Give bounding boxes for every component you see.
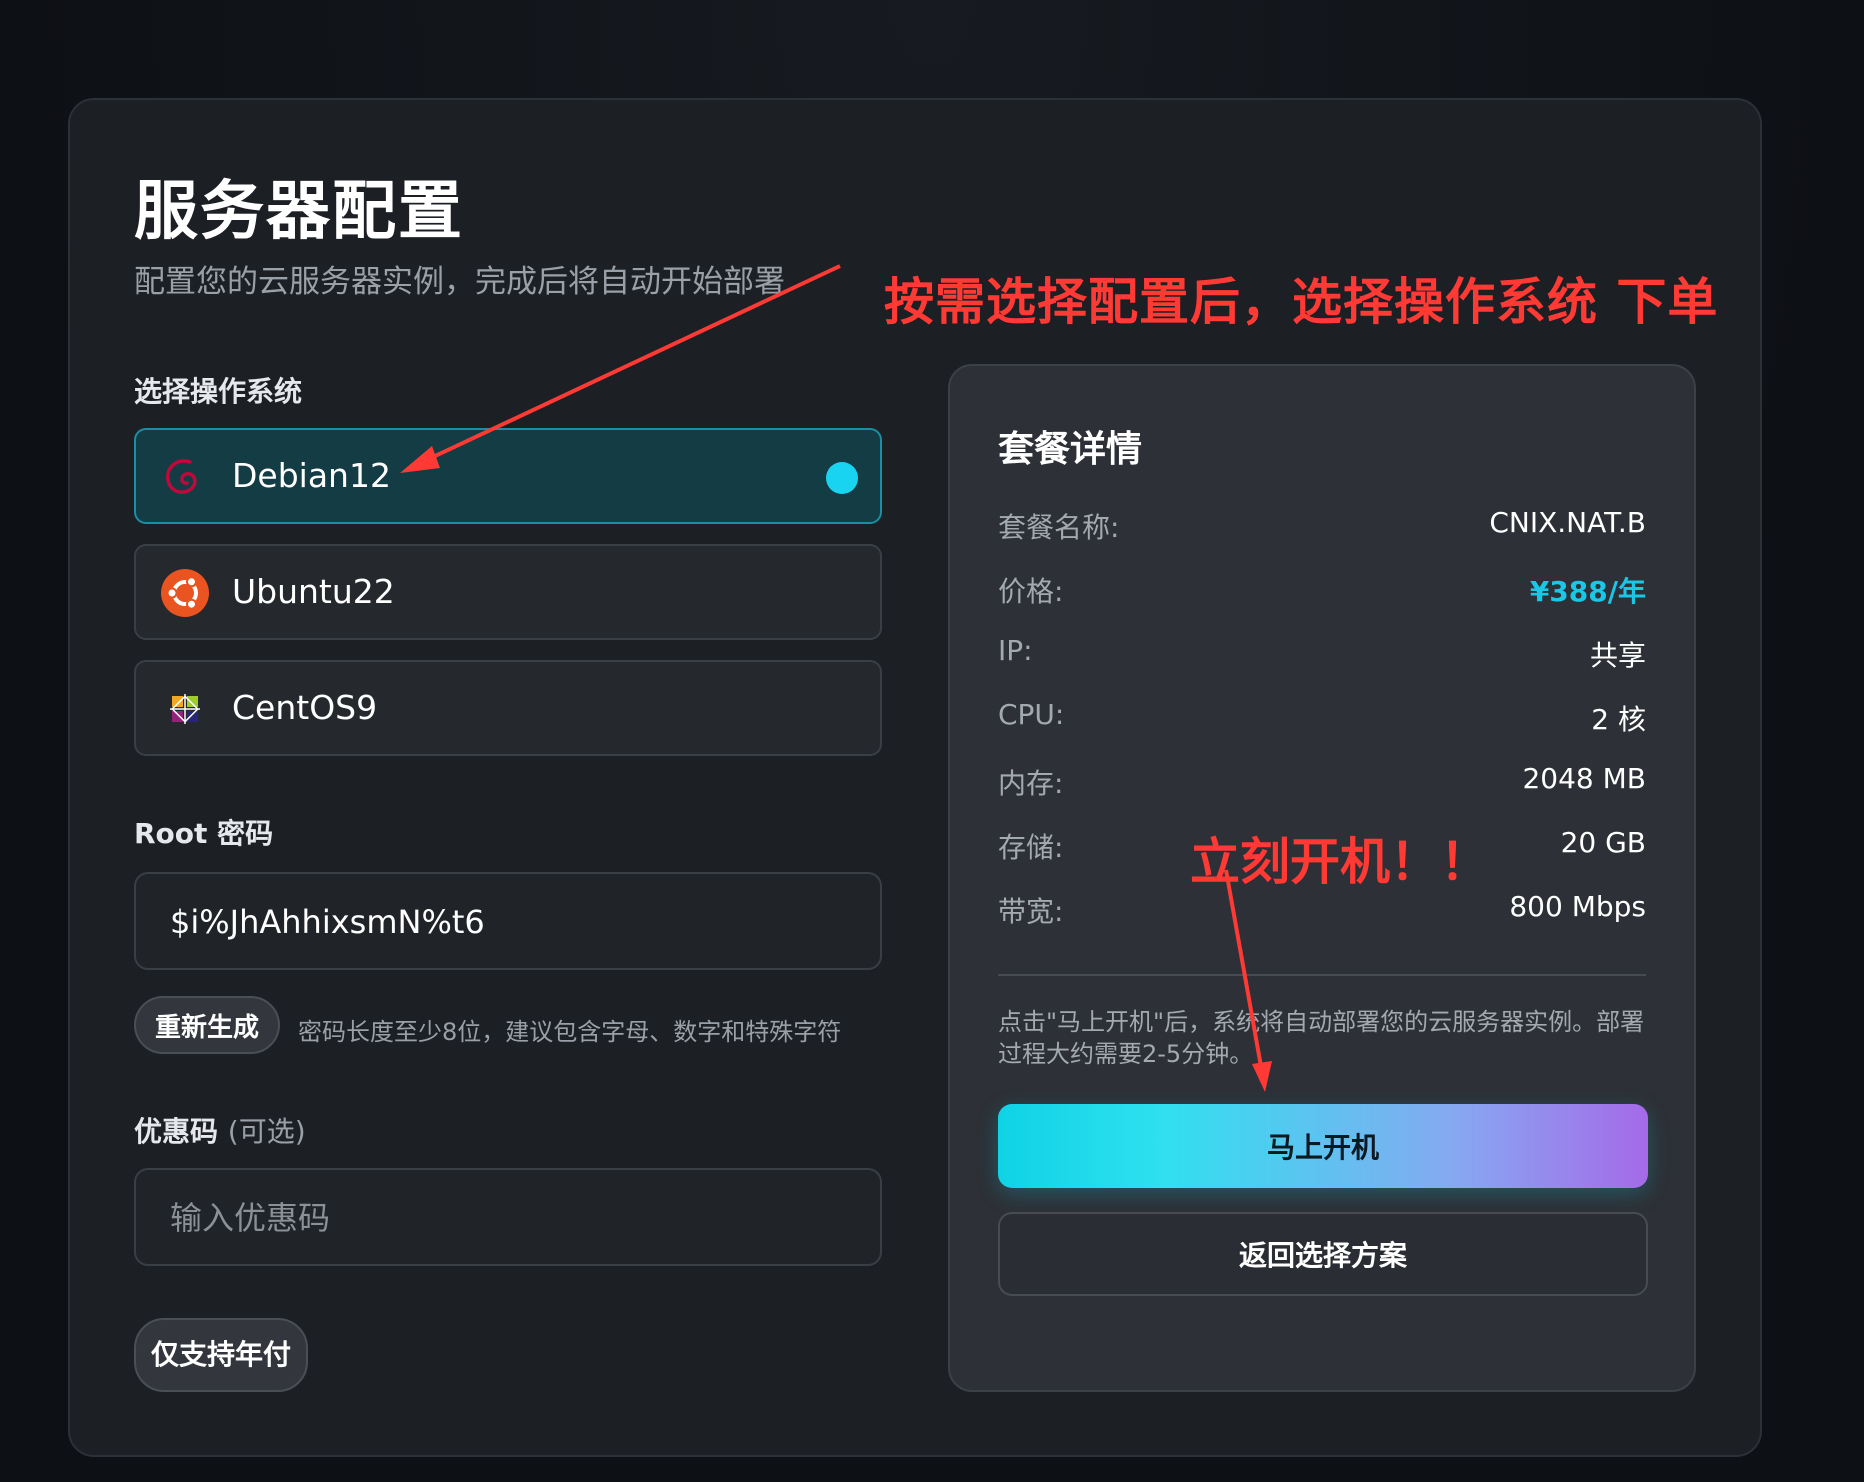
page-title: 服务器配置 <box>134 175 464 249</box>
summary-row-value: CNIX.NAT.B <box>1489 506 1646 539</box>
centos-pinwheel-icon <box>160 684 210 734</box>
page-subtitle: 配置您的云服务器实例，完成后将自动开始部署 <box>134 264 785 300</box>
os-option-ubuntu[interactable]: Ubuntu22 <box>134 544 882 640</box>
summary-divider <box>998 974 1646 976</box>
annotation-middle: 立刻开机！！ <box>1190 833 1490 891</box>
os-option-label: CentOS9 <box>232 688 378 727</box>
summary-row-label: 带宽: <box>998 895 1064 928</box>
password-field-wrapper <box>134 872 882 970</box>
summary-row-value: 20 GB <box>1560 826 1646 859</box>
os-option-label: Ubuntu22 <box>232 572 395 611</box>
launch-now-button[interactable]: 马上开机 <box>998 1104 1648 1188</box>
summary-row-label: 存储: <box>998 831 1064 864</box>
back-to-plans-button[interactable]: 返回选择方案 <box>998 1212 1648 1296</box>
password-hint: 密码长度至少8位，建议包含字母、数字和特殊字符 <box>298 1018 842 1046</box>
summary-row-label: CPU: <box>998 698 1065 731</box>
summary-row-value: 2 核 <box>1591 703 1646 736</box>
summary-row-label: 内存: <box>998 767 1064 800</box>
regenerate-button[interactable]: 重新生成 <box>134 996 280 1054</box>
coupon-label-text: 优惠码 <box>134 1115 219 1148</box>
password-label: Root 密码 <box>134 817 274 850</box>
summary-row-label: IP: <box>998 634 1033 667</box>
os-option-label: Debian12 <box>232 456 391 495</box>
selected-indicator-icon <box>826 462 858 494</box>
annual-only-badge: 仅支持年付 <box>134 1318 308 1392</box>
summary-row-value: 800 Mbps <box>1509 890 1646 923</box>
ubuntu-circle-icon <box>160 568 210 618</box>
summary-row-label: 套餐名称: <box>998 511 1120 544</box>
coupon-field-wrapper <box>134 1168 882 1266</box>
coupon-optional-text: (可选) <box>227 1115 306 1148</box>
coupon-input[interactable] <box>168 1170 852 1266</box>
summary-row-value: 共享 <box>1589 639 1646 672</box>
os-option-centos[interactable]: CentOS9 <box>134 660 882 756</box>
os-section-label: 选择操作系统 <box>134 375 303 408</box>
coupon-label: 优惠码 (可选) <box>134 1110 306 1150</box>
debian-swirl-icon <box>160 452 210 502</box>
price-value: ¥388/年 <box>1529 575 1646 608</box>
password-input[interactable] <box>168 874 852 970</box>
summary-row-label: 价格: <box>998 575 1064 608</box>
page: 服务器配置 配置您的云服务器实例，完成后将自动开始部署 按需选择配置后，选择操作… <box>0 0 1864 1482</box>
os-option-debian[interactable]: Debian12 <box>134 428 882 524</box>
summary-title: 套餐详情 <box>998 429 1143 470</box>
summary-row-value: 2048 MB <box>1522 762 1646 795</box>
annotation-top: 按需选择配置后，选择操作系统 下单 <box>884 273 1719 331</box>
deploy-note: 点击"马上开机"后，系统将自动部署您的云服务器实例。部署过程大约需要2-5分钟。 <box>998 1008 1645 1068</box>
